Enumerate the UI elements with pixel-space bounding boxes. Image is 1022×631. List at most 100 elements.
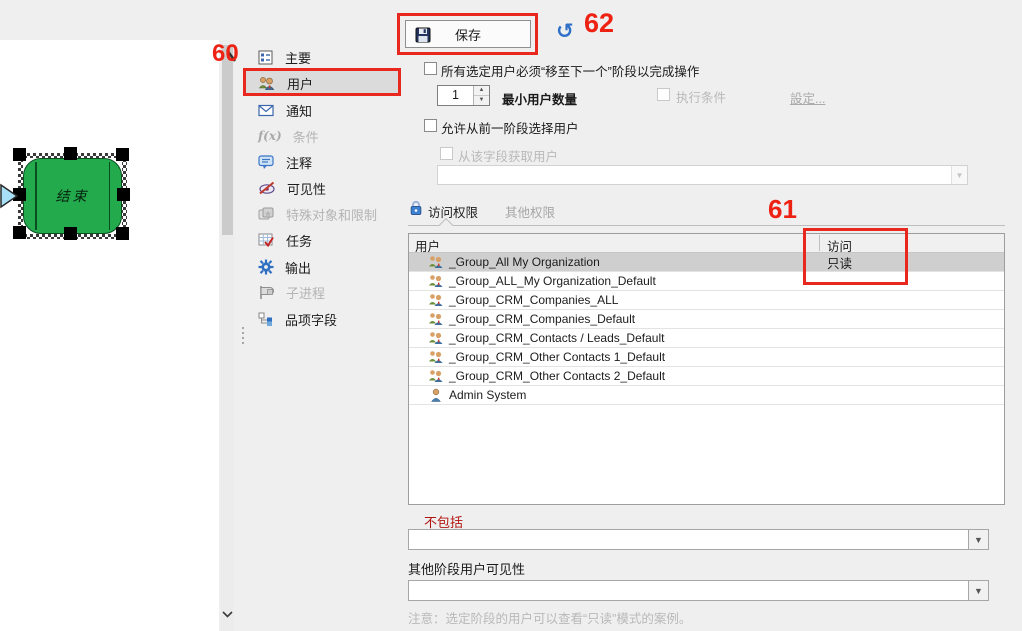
exec-condition-checkbox[interactable]: [657, 88, 670, 101]
row-name: _Group_CRM_Other Contacts 1_Default: [449, 350, 665, 364]
lock-icon: [409, 200, 423, 216]
from-field-checkbox[interactable]: [440, 147, 453, 160]
comment-icon: [258, 155, 275, 170]
table-row[interactable]: _Group_ALL_My Organization_Default: [409, 272, 1004, 291]
note-text: 注意：选定阶段的用户可以查看“只读”模式的案例。: [408, 608, 691, 627]
resize-handle-n[interactable]: [64, 147, 77, 160]
from-field-label: 从该字段获取用户: [458, 146, 558, 165]
spinner-buttons[interactable]: ▲▼: [473, 86, 489, 105]
special-objects-icon: [258, 207, 275, 221]
single-user-icon: [428, 388, 444, 402]
table-row[interactable]: _Group_All My Organization 只读: [409, 253, 1004, 272]
group-icon: [428, 255, 444, 269]
resize-handle-sw[interactable]: [13, 226, 26, 239]
other-stage-visibility-label: 其他阶段用户可见性: [408, 559, 525, 578]
sidebar-item-visibility[interactable]: 可见性: [258, 175, 398, 201]
gear-icon: [258, 259, 274, 275]
end-shape-label: 结束: [56, 186, 90, 206]
resize-handle-nw[interactable]: [13, 148, 26, 161]
group-icon: [428, 331, 444, 345]
sidebar-item-item-fields[interactable]: 品项字段: [258, 306, 398, 332]
mail-icon: [258, 104, 275, 117]
sidebar-item-label: 特殊对象和限制: [286, 205, 377, 224]
allow-previous-label: 允许从前一阶段选择用户: [441, 118, 579, 137]
sidebar-item-main[interactable]: 主要: [258, 44, 398, 70]
sidebar-item-label: 可见性: [287, 179, 326, 198]
exclude-dropdown[interactable]: ▼: [408, 529, 989, 550]
all-users-checkbox[interactable]: [424, 62, 437, 75]
combo-arrow-icon: ▼: [951, 166, 967, 184]
save-floppy-icon: [415, 27, 431, 43]
all-users-checkbox-label: 所有选定用户必须“移至下一个”阶段以完成操作: [441, 61, 699, 80]
undo-icon[interactable]: ↺: [556, 19, 574, 44]
shape-inner-line-left: [35, 162, 37, 230]
annotation-number-61: 61: [768, 194, 797, 225]
users-table[interactable]: 用户 访问 _Group_All My Organization 只读 _Gro…: [408, 233, 1005, 505]
tab-underline: [408, 225, 1005, 226]
form-icon: [258, 50, 274, 65]
resize-handle-s[interactable]: [64, 227, 77, 240]
diagram-canvas[interactable]: [0, 40, 219, 631]
row-name: _Group_ALL_My Organization_Default: [449, 274, 656, 288]
scroll-down-chevron-icon[interactable]: [221, 610, 234, 619]
connector-arrow-icon[interactable]: [0, 183, 20, 209]
allow-previous-checkbox[interactable]: [424, 119, 437, 132]
row-name: Admin System: [449, 388, 526, 402]
table-row[interactable]: _Group_CRM_Companies_ALL: [409, 291, 1004, 310]
sidebar-item-special-objects[interactable]: 特殊对象和限制: [258, 201, 398, 227]
fields-hierarchy-icon: [258, 312, 274, 326]
resize-handle-e[interactable]: [117, 188, 130, 201]
row-name: _Group_CRM_Companies_Default: [449, 312, 635, 326]
sidebar-item-conditions[interactable]: f(x) 条件: [258, 123, 398, 149]
sidebar-item-tasks[interactable]: 任务: [258, 227, 398, 253]
sidebar-item-label: 条件: [293, 127, 319, 146]
canvas-scrollbar-thumb[interactable]: [222, 45, 233, 235]
dropdown-arrow-icon[interactable]: ▼: [968, 581, 988, 600]
tab-other-permissions[interactable]: 其他权限: [505, 202, 555, 221]
min-users-label: 最小用户数量: [502, 89, 577, 108]
group-icon: [428, 369, 444, 383]
sidebar-item-label: 任务: [286, 231, 312, 250]
table-row[interactable]: _Group_CRM_Contacts / Leads_Default: [409, 329, 1004, 348]
row-name: _Group_CRM_Other Contacts 2_Default: [449, 369, 665, 383]
fx-icon: f(x): [258, 129, 282, 143]
sidebar-item-output[interactable]: 输出: [258, 254, 398, 280]
visibility-icon: [258, 181, 276, 195]
set-link[interactable]: 設定...: [790, 88, 825, 107]
annotation-number-60: 60: [212, 40, 239, 68]
row-name: _Group_CRM_Contacts / Leads_Default: [449, 331, 664, 345]
exec-condition-label: 执行条件: [676, 87, 726, 106]
group-icon: [428, 293, 444, 307]
table-row[interactable]: Admin System: [409, 386, 1004, 405]
resize-handle-se[interactable]: [116, 227, 129, 240]
sidebar-item-label: 品项字段: [285, 310, 337, 329]
group-icon: [428, 312, 444, 326]
tab-access-permissions[interactable]: 访问权限: [428, 202, 478, 221]
sidebar-item-subprocess[interactable]: 子进程: [258, 279, 398, 305]
table-row[interactable]: _Group_CRM_Other Contacts 1_Default: [409, 348, 1004, 367]
save-button[interactable]: 保存: [405, 20, 531, 48]
group-icon: [428, 350, 444, 364]
sidebar-drag-dots: [242, 327, 244, 344]
end-stage-shape[interactable]: 结束: [23, 158, 122, 234]
sidebar-item-notifications[interactable]: 通知: [258, 97, 398, 123]
annotation-box-users-item: [243, 68, 401, 96]
sidebar-item-label: 主要: [285, 48, 311, 67]
spinner-down-icon: ▼: [474, 96, 489, 105]
annotation-number-62: 62: [584, 8, 614, 39]
table-row[interactable]: _Group_CRM_Companies_Default: [409, 310, 1004, 329]
from-field-combobox[interactable]: ▼: [437, 165, 968, 185]
dropdown-arrow-icon[interactable]: ▼: [968, 530, 988, 549]
table-header[interactable]: 用户 访问: [409, 234, 1004, 253]
other-stage-visibility-dropdown[interactable]: ▼: [408, 580, 989, 601]
sidebar-item-label: 注释: [286, 153, 312, 172]
sidebar-item-label: 输出: [285, 258, 311, 277]
row-name: _Group_CRM_Companies_ALL: [449, 293, 618, 307]
min-users-spinner[interactable]: 1 ▲▼: [437, 85, 490, 106]
min-users-value: 1: [438, 86, 473, 105]
group-icon: [428, 274, 444, 288]
resize-handle-ne[interactable]: [116, 148, 129, 161]
sidebar-item-comments[interactable]: 注释: [258, 149, 398, 175]
sidebar-item-label: 通知: [286, 101, 312, 120]
table-row[interactable]: _Group_CRM_Other Contacts 2_Default: [409, 367, 1004, 386]
